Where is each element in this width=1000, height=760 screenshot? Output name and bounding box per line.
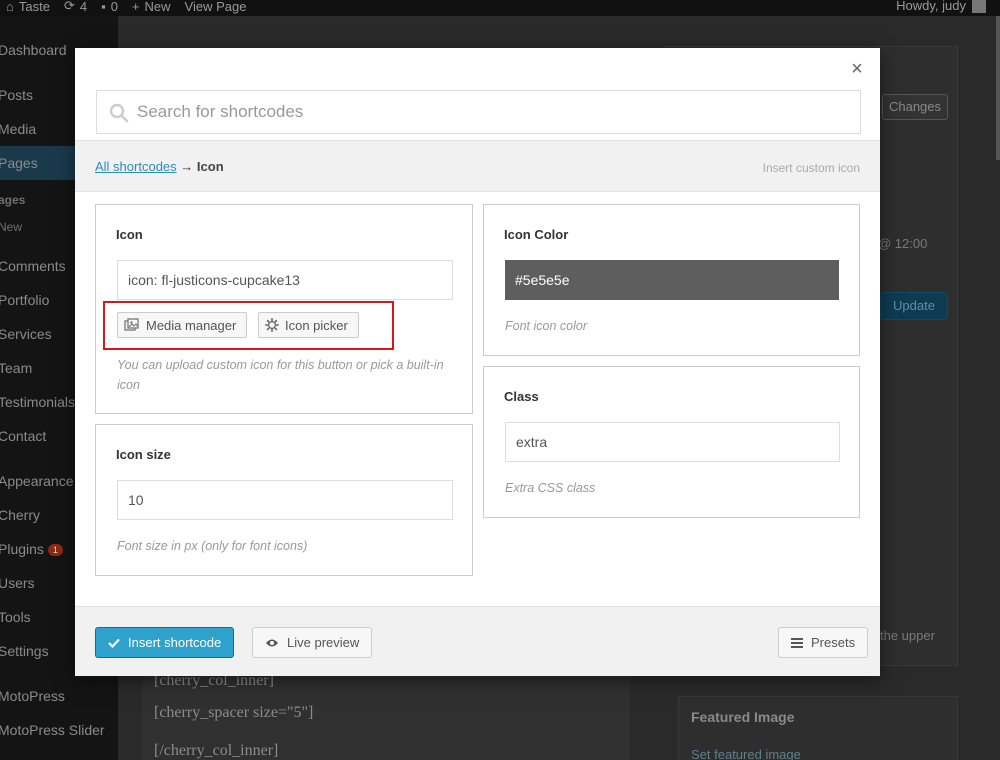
featured-image-title: Featured Image [691,709,795,725]
icon-size-hint: Font size in px (only for font icons) [117,539,308,553]
close-button[interactable]: × [848,58,866,80]
close-icon: × [851,58,863,80]
breadcrumb-all-shortcodes-link[interactable]: All shortcodes [95,159,177,174]
admin-bar-site[interactable]: ⌂ Taste [6,0,50,14]
insert-shortcode-button[interactable]: Insert shortcode [95,627,235,658]
sidebar-item-portfolio[interactable]: Portfolio [0,292,49,308]
sidebar-item-comments[interactable]: Comments [0,258,66,274]
search-input[interactable] [137,91,852,133]
breadcrumb-bar: All shortcodes → Icon Insert custom icon [75,140,880,192]
search-icon [109,103,129,123]
avatar [972,0,986,13]
editor-line: [/cherry_col_inner] [154,742,279,759]
icon-color-label: Icon Color [504,227,569,242]
icon-color-panel: Icon Color #5e5e5e Font icon color [483,204,860,356]
editor-line: [cherry_spacer size="5"] [154,704,314,721]
sidebar-item-services[interactable]: Services [0,326,52,342]
modal-footer: Insert shortcode Live preview Presets [75,606,880,676]
sidebar-item-media[interactable]: Media [0,121,36,137]
sidebar-item-cherry[interactable]: Cherry [0,507,40,523]
publish-time: @ 12:00 [878,236,928,251]
plugins-badge: 1 [47,544,63,557]
class-panel: Class Extra CSS class [483,366,860,518]
live-preview-button[interactable]: Live preview [252,627,373,658]
sidebar-item-plugins[interactable]: Plugins 1 [0,541,63,557]
admin-bar-comments[interactable]: ▪ 0 [101,0,118,14]
plus-icon: + [131,0,140,14]
breadcrumb-arrow: → [180,159,194,174]
shortcode-description: Insert custom icon [762,161,860,175]
set-featured-image-link[interactable]: Set featured image [691,747,801,760]
class-label: Class [504,389,539,404]
refresh-icon: ⟳ [63,0,75,13]
breadcrumb: All shortcodes → Icon [95,159,224,174]
update-button[interactable]: Update [880,292,948,320]
icon-size-label: Icon size [116,447,171,462]
page-scrollbar[interactable] [996,16,1000,160]
sidebar-item-testimonials[interactable]: Testimonials [0,394,75,410]
featured-image-metabox: Featured Image Set featured image [678,696,958,760]
icon-size-field[interactable] [117,480,453,520]
admin-bar-account[interactable]: Howdy, judy [896,0,986,13]
sidebar-item-posts[interactable]: Posts [0,87,33,103]
sidebar-item-team[interactable]: Team [0,360,32,376]
icon-label: Icon [116,227,143,242]
shortcode-modal: × All shortcodes → Icon Insert custom ic… [75,48,880,676]
admin-bar: ⌂ Taste ⟳ 4 ▪ 0 + New View Page Howdy, j… [0,0,1000,16]
menu-icon [791,637,803,648]
sidebar-item-motopress-slider[interactable]: MotoPress Slider [0,722,105,738]
icon-hint: You can upload custom icon for this butt… [117,358,444,392]
preview-changes-button[interactable]: Changes [882,94,948,120]
icon-color-hint: Font icon color [505,319,587,333]
shortcode-search [96,90,861,134]
sidebar-item-dashboard[interactable]: Dashboard [0,42,67,58]
icon-color-field[interactable]: #5e5e5e [505,260,839,300]
check-icon [108,638,120,648]
icon-field[interactable] [117,260,453,300]
background-text-upper: the upper [880,628,935,643]
highlight-box [103,301,394,350]
presets-button[interactable]: Presets [778,627,869,658]
sidebar-item-appearance[interactable]: Appearance [0,473,74,489]
sidebar-item-tools[interactable]: Tools [0,609,31,625]
breadcrumb-current: Icon [196,159,224,174]
admin-bar-new[interactable]: + New [132,0,171,14]
sidebar-item-users[interactable]: Users [0,575,35,591]
eye-icon [265,638,279,648]
admin-bar-view-page[interactable]: View Page [185,0,247,14]
icon-size-panel: Icon size Font size in px (only for font… [95,424,473,576]
sidebar-subitem-all-pages[interactable]: ages [0,193,25,207]
home-icon: ⌂ [6,0,14,14]
sidebar-item-settings[interactable]: Settings [0,643,49,659]
class-hint: Extra CSS class [505,481,596,495]
sidebar-item-motopress[interactable]: MotoPress [0,688,65,704]
sidebar-subitem-add-new[interactable]: New [0,220,22,234]
sidebar-item-pages[interactable]: Pages [0,155,38,171]
comment-icon: ▪ [101,0,106,14]
admin-bar-updates[interactable]: ⟳ 4 [64,0,87,14]
sidebar-item-contact[interactable]: Contact [0,428,46,444]
class-field[interactable] [505,422,840,462]
